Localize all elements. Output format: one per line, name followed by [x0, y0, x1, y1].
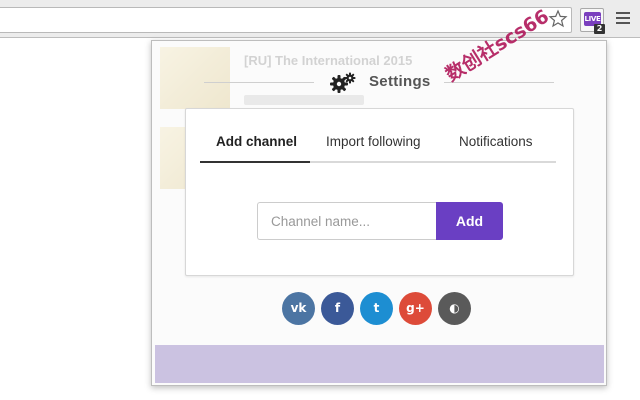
gears-icon — [329, 71, 357, 95]
settings-card: Add channel Import following Notificatio… — [185, 108, 574, 276]
tab-import-following[interactable]: Import following — [326, 134, 421, 149]
extension-popup: [RU] The International 2015 Settings Add… — [151, 40, 607, 386]
twitter-icon[interactable]: t — [360, 292, 393, 325]
tab-notifications[interactable]: Notifications — [459, 134, 533, 149]
github-icon[interactable]: ◐ — [438, 292, 471, 325]
add-channel-button[interactable]: Add — [436, 202, 503, 240]
extension-button[interactable]: LIVE 2 — [580, 8, 605, 34]
active-tab-indicator — [200, 161, 310, 163]
notification-count-badge: 2 — [594, 24, 605, 34]
settings-tabs: Add channel Import following Notificatio… — [200, 129, 556, 163]
tab-add-channel[interactable]: Add channel — [216, 134, 297, 149]
address-bar[interactable] — [0, 7, 572, 33]
google-plus-icon[interactable]: g+ — [399, 292, 432, 325]
stream-meta — [244, 95, 364, 105]
add-channel-form: Add — [257, 202, 504, 240]
settings-title: Settings — [369, 73, 431, 90]
settings-header: Settings — [204, 71, 554, 93]
divider — [204, 82, 314, 83]
vk-icon[interactable]: vk — [282, 292, 315, 325]
hamburger-menu-icon[interactable] — [616, 12, 630, 26]
stream-title: [RU] The International 2015 — [244, 53, 413, 68]
popup-footer-bar — [155, 345, 604, 383]
channel-name-input[interactable] — [257, 202, 437, 240]
facebook-icon[interactable]: f — [321, 292, 354, 325]
